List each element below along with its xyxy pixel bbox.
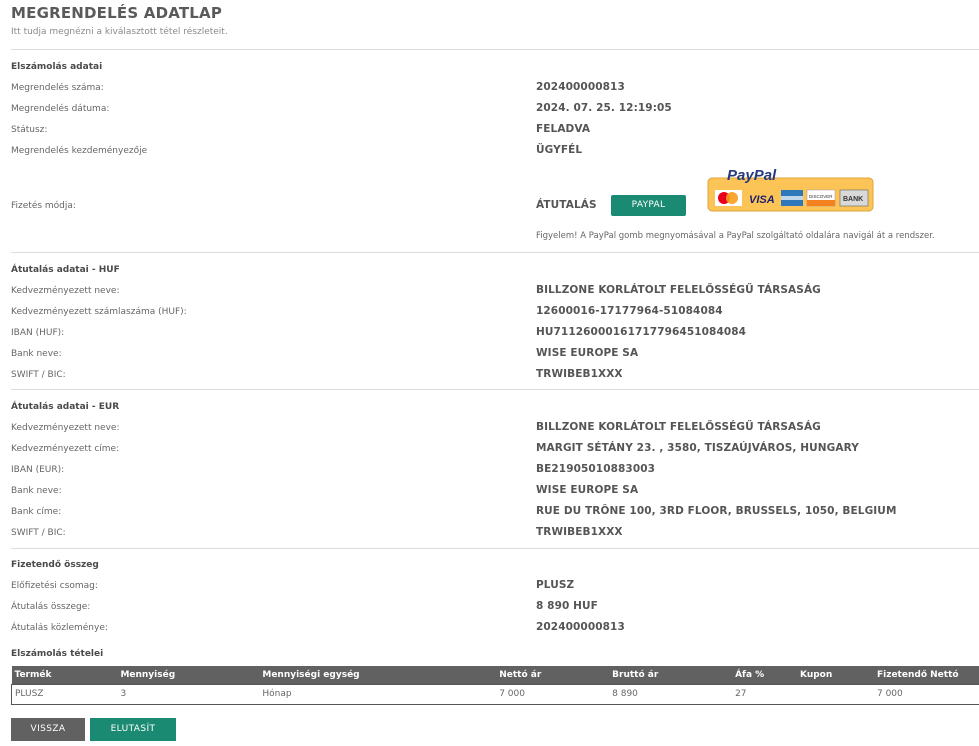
payment-method-value: ÁTUTALÁS — [536, 199, 597, 211]
eur-row-beneficiary: Kedvezményezett neve: BILLZONE KORLÁTOLT… — [11, 419, 979, 439]
billing-row-order-date: Megrendelés dátuma: 2024. 07. 25. 12:19:… — [11, 100, 979, 120]
billing-row-status: Státusz: FELADVA — [11, 121, 979, 141]
field-value: BILLZONE KORLÁTOLT FELELŐSSÉGŰ TÁRSASÁG — [536, 421, 821, 433]
field-label: Bank neve: — [11, 349, 62, 359]
field-label: SWIFT / BIC: — [11, 528, 66, 538]
table-cell: 8 890 — [609, 683, 733, 705]
field-value: 202400000813 — [536, 81, 625, 93]
page-subtitle: Itt tudja megnézni a kiválasztott tétel … — [11, 27, 228, 37]
column-header: Kupon — [797, 666, 874, 684]
field-label: Előfizetési csomag: — [11, 581, 98, 591]
billing-row-order-number: Megrendelés száma: 202400000813 — [11, 79, 979, 99]
field-label: Bank címe: — [11, 507, 62, 517]
table-cell: PLUSZ — [11, 683, 118, 705]
bank-card-icon: BANK — [843, 196, 863, 203]
field-label: Státusz: — [11, 125, 48, 135]
field-label: Kedvezményezett számlaszáma (HUF): — [11, 307, 187, 317]
eur-row-bank-name: Bank neve: WISE EUROPE SA — [11, 482, 979, 502]
field-label: Bank neve: — [11, 486, 62, 496]
reject-button[interactable]: ELUTASÍT — [90, 718, 176, 741]
field-label: Kedvezményezett neve: — [11, 286, 120, 296]
items-table: Termék Mennyiség Mennyiségi egység Nettó… — [11, 666, 979, 705]
divider — [11, 389, 979, 390]
field-value: MARGIT SÉTÁNY 23. , 3580, TISZAÚJVÁROS, … — [536, 442, 859, 454]
payable-row-reference: Átutalás közleménye: 202400000813 — [11, 619, 979, 639]
field-label: Megrendelés száma: — [11, 83, 104, 93]
column-header: Bruttó ár — [609, 666, 733, 684]
field-label: SWIFT / BIC: — [11, 370, 66, 380]
table-cell: 27 — [732, 683, 798, 705]
column-header: Áfa % — [732, 666, 798, 684]
transfer-eur-section-title: Átutalás adatai - EUR — [11, 402, 120, 412]
huf-row-beneficiary: Kedvezményezett neve: BILLZONE KORLÁTOLT… — [11, 282, 979, 302]
field-value: BILLZONE KORLÁTOLT FELELŐSSÉGŰ TÁRSASÁG — [536, 284, 821, 296]
payable-section-title: Fizetendő összeg — [11, 560, 99, 570]
paypal-button[interactable]: PAYPAL — [611, 195, 686, 216]
amount-value: 8 890 HUF — [536, 600, 598, 612]
back-button[interactable]: VISSZA — [11, 718, 85, 741]
payable-row-package: Előfizetési csomag: PLUSZ — [11, 577, 979, 597]
table-cell: 7 000 — [873, 683, 979, 705]
field-value: WISE EUROPE SA — [536, 484, 639, 496]
column-header: Fizetendő Nettó — [873, 666, 979, 684]
status-value: FELADVA — [536, 123, 591, 135]
field-label: Megrendelés kezdeményezője — [11, 146, 148, 156]
table-header-row: Termék Mennyiség Mennyiségi egység Nettó… — [11, 666, 979, 684]
visa-card-icon: VISA — [749, 194, 775, 206]
field-label: Kedvezményezett címe: — [11, 444, 120, 454]
huf-row-bank-name: Bank neve: WISE EUROPE SA — [11, 345, 979, 365]
eur-row-swift: SWIFT / BIC: TRWIBEB1XXX — [11, 524, 979, 544]
field-label: IBAN (HUF): — [11, 328, 65, 338]
field-label: Átutalás összege: — [11, 602, 91, 612]
field-label: Kedvezményezett neve: — [11, 423, 120, 433]
field-label: Megrendelés dátuma: — [11, 104, 110, 114]
page-title: MEGRENDELÉS ADATLAP — [11, 4, 223, 22]
discover-card-icon: DISCOVER — [809, 194, 833, 199]
table-row: PLUSZ 3 Hónap 7 000 8 890 27 7 000 — [11, 683, 979, 705]
field-label: Fizetés módja: — [11, 201, 76, 211]
field-value: PLUSZ — [536, 579, 575, 591]
eur-row-bank-address: Bank címe: RUE DU TRÔNE 100, 3RD FLOOR, … — [11, 503, 979, 523]
field-value: 12600016-17177964-51084084 — [536, 305, 723, 317]
divider — [11, 548, 979, 549]
paypal-logo-text: PayPal — [727, 169, 777, 184]
billing-row-initiator: Megrendelés kezdeményezője ÜGYFÉL — [11, 142, 979, 162]
column-header: Nettó ár — [496, 666, 610, 684]
huf-row-account-number: Kedvezményezett számlaszáma (HUF): 12600… — [11, 303, 979, 323]
transfer-huf-section-title: Átutalás adatai - HUF — [11, 265, 120, 275]
payable-row-amount: Átutalás összege: 8 890 HUF — [11, 598, 979, 618]
table-cell: Hónap — [259, 683, 497, 705]
column-header: Mennyiségi egység — [259, 666, 497, 684]
table-cell — [797, 683, 874, 705]
huf-row-swift: SWIFT / BIC: TRWIBEB1XXX — [11, 366, 979, 386]
field-label: IBAN (EUR): — [11, 465, 65, 475]
field-value: WISE EUROPE SA — [536, 347, 639, 359]
eur-row-address: Kedvezményezett címe: MARGIT SÉTÁNY 23. … — [11, 440, 979, 460]
billing-section-title: Elszámolás adatai — [11, 62, 103, 72]
field-value: ÜGYFÉL — [536, 144, 583, 156]
field-value: RUE DU TRÔNE 100, 3RD FLOOR, BRUSSELS, 1… — [536, 505, 897, 517]
table-cell: 3 — [117, 683, 260, 705]
table-cell: 7 000 — [496, 683, 610, 705]
field-value: HU71126000161717796451084084 — [536, 326, 747, 338]
eur-row-iban: IBAN (EUR): BE21905010883003 — [11, 461, 979, 481]
field-label: Átutalás közleménye: — [11, 623, 108, 633]
paypal-logo[interactable]: PayPal VISA DISCOVER BANK — [707, 169, 874, 212]
paypal-notice: Figyelem! A PayPal gomb megnyomásával a … — [536, 231, 935, 241]
divider — [11, 49, 979, 50]
field-value: TRWIBEB1XXX — [536, 368, 623, 380]
field-value: 2024. 07. 25. 12:19:05 — [536, 102, 672, 114]
column-header: Mennyiség — [117, 666, 260, 684]
field-value: 202400000813 — [536, 621, 625, 633]
huf-row-iban: IBAN (HUF): HU71126000161717796451084084 — [11, 324, 979, 344]
field-value: BE21905010883003 — [536, 463, 656, 475]
items-section-title: Elszámolás tételei — [11, 649, 104, 659]
column-header: Termék — [11, 666, 118, 684]
divider — [11, 252, 979, 253]
field-value: TRWIBEB1XXX — [536, 526, 623, 538]
